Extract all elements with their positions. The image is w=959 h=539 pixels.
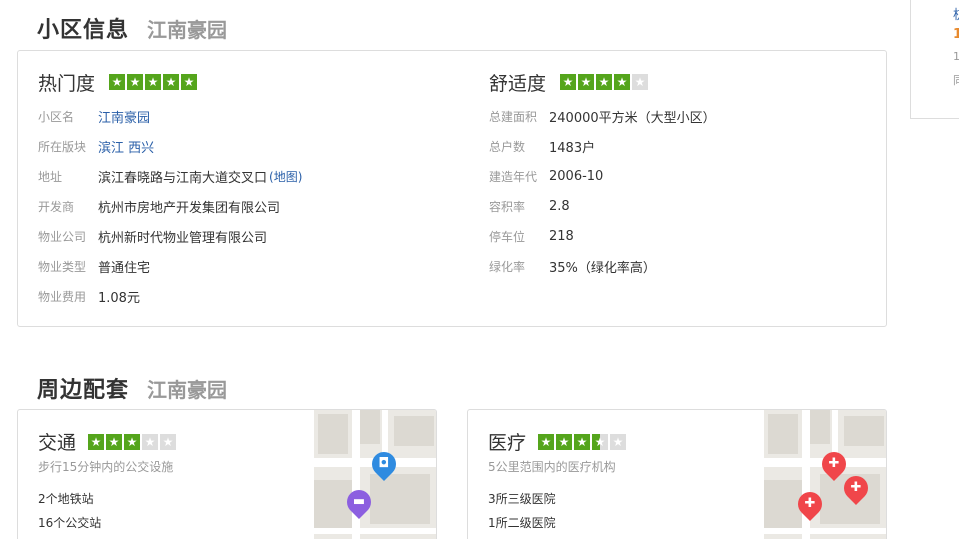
tier2-hospital-count: 1所二级医院 <box>488 516 556 530</box>
surroundings-title: 周边配套 <box>37 378 130 403</box>
star-icon <box>106 433 123 450</box>
side-panel-price: 1 <box>953 27 959 42</box>
info-value: 35%（绿化率高） <box>549 260 656 276</box>
medical-description: 5公里范围内的医疗机构 <box>488 460 616 474</box>
bus-pin-icon: ◘ <box>367 447 401 481</box>
info-value: 2006-10 <box>549 168 604 184</box>
side-panel-link[interactable]: 杭 <box>953 4 959 23</box>
hospital-pin-icon: ✚ <box>793 487 827 521</box>
star-icon <box>632 74 649 90</box>
info-row: 物业费用 1.08元 <box>38 281 302 311</box>
star-icon <box>538 433 555 450</box>
transport-description: 步行15分钟内的公交设施 <box>38 460 174 474</box>
community-section-title: 小区信息 江南豪园 <box>37 12 227 44</box>
info-row: 容积率 2.8 <box>489 191 716 221</box>
star-icon <box>592 433 609 450</box>
star-icon <box>109 74 126 90</box>
info-row: 地址 滨江春晓路与江南大道交叉口 (地图) <box>38 161 302 191</box>
info-label: 物业费用 <box>38 289 87 304</box>
star-icon <box>596 74 613 90</box>
info-label: 停车位 <box>489 229 526 244</box>
medical-heading: 医疗 <box>488 432 527 454</box>
star-icon <box>127 74 144 90</box>
info-row: 物业类型 普通住宅 <box>38 251 302 281</box>
star-icon <box>556 433 573 450</box>
side-panel-note: 同 <box>953 74 959 87</box>
info-value: 240000平方米（大型小区） <box>549 110 716 126</box>
star-icon <box>163 74 180 90</box>
side-panel-fragment[interactable]: 杭 1 1 同 <box>910 0 959 119</box>
tier3-hospital-count: 3所三级医院 <box>488 492 556 506</box>
medical-card[interactable]: 医疗 5公里范围内的医疗机构 3所三级医院 1所二级医院 ✚ ✚ ✚ <box>467 409 887 539</box>
metro-pin-icon: ▬ <box>342 485 376 519</box>
info-row: 总户数 1483户 <box>489 131 716 161</box>
community-stats-list: 总建面积 240000平方米（大型小区） 总户数 1483户 建造年代 2006-10 容积… <box>489 101 716 281</box>
info-value: 杭州新时代物业管理有限公司 <box>98 230 268 246</box>
info-label: 总建面积 <box>489 109 538 124</box>
info-value: 滨江春晓路与江南大道交叉口 <box>98 170 268 186</box>
star-icon <box>610 433 627 450</box>
star-icon <box>145 74 162 90</box>
info-row: 建造年代 2006-10 <box>489 161 716 191</box>
star-icon <box>560 74 577 90</box>
star-icon <box>574 433 591 450</box>
info-row: 总建面积 240000平方米（大型小区） <box>489 101 716 131</box>
star-icon <box>124 433 141 450</box>
info-label: 所在版块 <box>38 139 87 154</box>
hospital-pin-icon: ✚ <box>839 471 873 505</box>
info-row: 小区名 江南豪园 <box>38 101 302 131</box>
community-name-subtitle: 江南豪园 <box>147 18 228 42</box>
surroundings-section-title: 周边配套 江南豪园 <box>37 372 227 404</box>
info-row: 停车位 218 <box>489 221 716 251</box>
medical-map-thumbnail[interactable]: ✚ ✚ ✚ <box>764 410 886 539</box>
info-value: 普通住宅 <box>98 260 151 276</box>
comfort-rating <box>560 74 649 90</box>
info-label: 建造年代 <box>489 169 538 184</box>
info-label: 绿化率 <box>489 259 526 274</box>
info-row: 开发商 杭州市房地产开发集团有限公司 <box>38 191 302 221</box>
info-value: 218 <box>549 228 574 244</box>
community-info-card: 热门度 小区名江南豪园所在版块滨江 西兴地址滨江春晓路与江南大道交叉口(地图)开… <box>17 50 887 327</box>
info-label: 总户数 <box>489 139 526 154</box>
info-row: 物业公司 杭州新时代物业管理有限公司 <box>38 221 302 251</box>
transport-rating <box>88 433 177 450</box>
info-label: 小区名 <box>38 109 75 124</box>
transport-heading: 交通 <box>38 432 77 454</box>
info-value: 1483户 <box>549 140 596 156</box>
star-icon <box>181 74 198 90</box>
info-label: 地址 <box>38 169 63 184</box>
info-link[interactable]: 滨江 西兴 <box>98 137 154 156</box>
bus-stop-count: 16个公交站 <box>38 516 102 530</box>
comfort-column: 舒适度 总建面积 240000平方米（大型小区） 总户数 1483户建造年代 2006-… <box>489 69 716 281</box>
info-row: 绿化率 35%（绿化率高） <box>489 251 716 281</box>
star-icon <box>88 433 105 450</box>
info-label: 物业类型 <box>38 259 87 274</box>
surroundings-subtitle: 江南豪园 <box>147 378 228 402</box>
star-icon <box>578 74 595 90</box>
info-label: 物业公司 <box>38 229 87 244</box>
metro-count: 2个地铁站 <box>38 492 94 506</box>
star-icon <box>614 74 631 90</box>
popularity-rating <box>109 74 198 90</box>
popularity-column: 热门度 小区名江南豪园所在版块滨江 西兴地址滨江春晓路与江南大道交叉口(地图)开… <box>38 69 302 311</box>
star-icon <box>142 433 159 450</box>
info-label: 开发商 <box>38 199 75 214</box>
info-value: 杭州市房地产开发集团有限公司 <box>98 200 281 216</box>
info-link[interactable]: 江南豪园 <box>98 107 150 126</box>
info-row: 所在版块 滨江 西兴 <box>38 131 302 161</box>
medical-rating <box>538 433 627 450</box>
info-value: 1.08元 <box>98 290 140 306</box>
page-title: 小区信息 <box>37 18 130 43</box>
transport-map-thumbnail[interactable]: ◘ ▬ <box>314 410 436 539</box>
transport-card[interactable]: 交通 步行15分钟内的公交设施 2个地铁站 16个公交站 ◘ ▬ <box>17 409 437 539</box>
star-icon <box>160 433 177 450</box>
popularity-heading: 热门度 <box>38 72 96 95</box>
comfort-heading: 舒适度 <box>489 72 547 95</box>
map-link[interactable]: (地图) <box>269 168 302 185</box>
community-info-list: 小区名 江南豪园 所在版块 滨江 西兴 地址 滨江春晓路与江南大道交叉口 (地图) 开发商 杭州… <box>38 101 302 311</box>
side-panel-info: 1 <box>953 50 959 63</box>
info-value: 2.8 <box>549 198 570 214</box>
info-label: 容积率 <box>489 199 526 214</box>
